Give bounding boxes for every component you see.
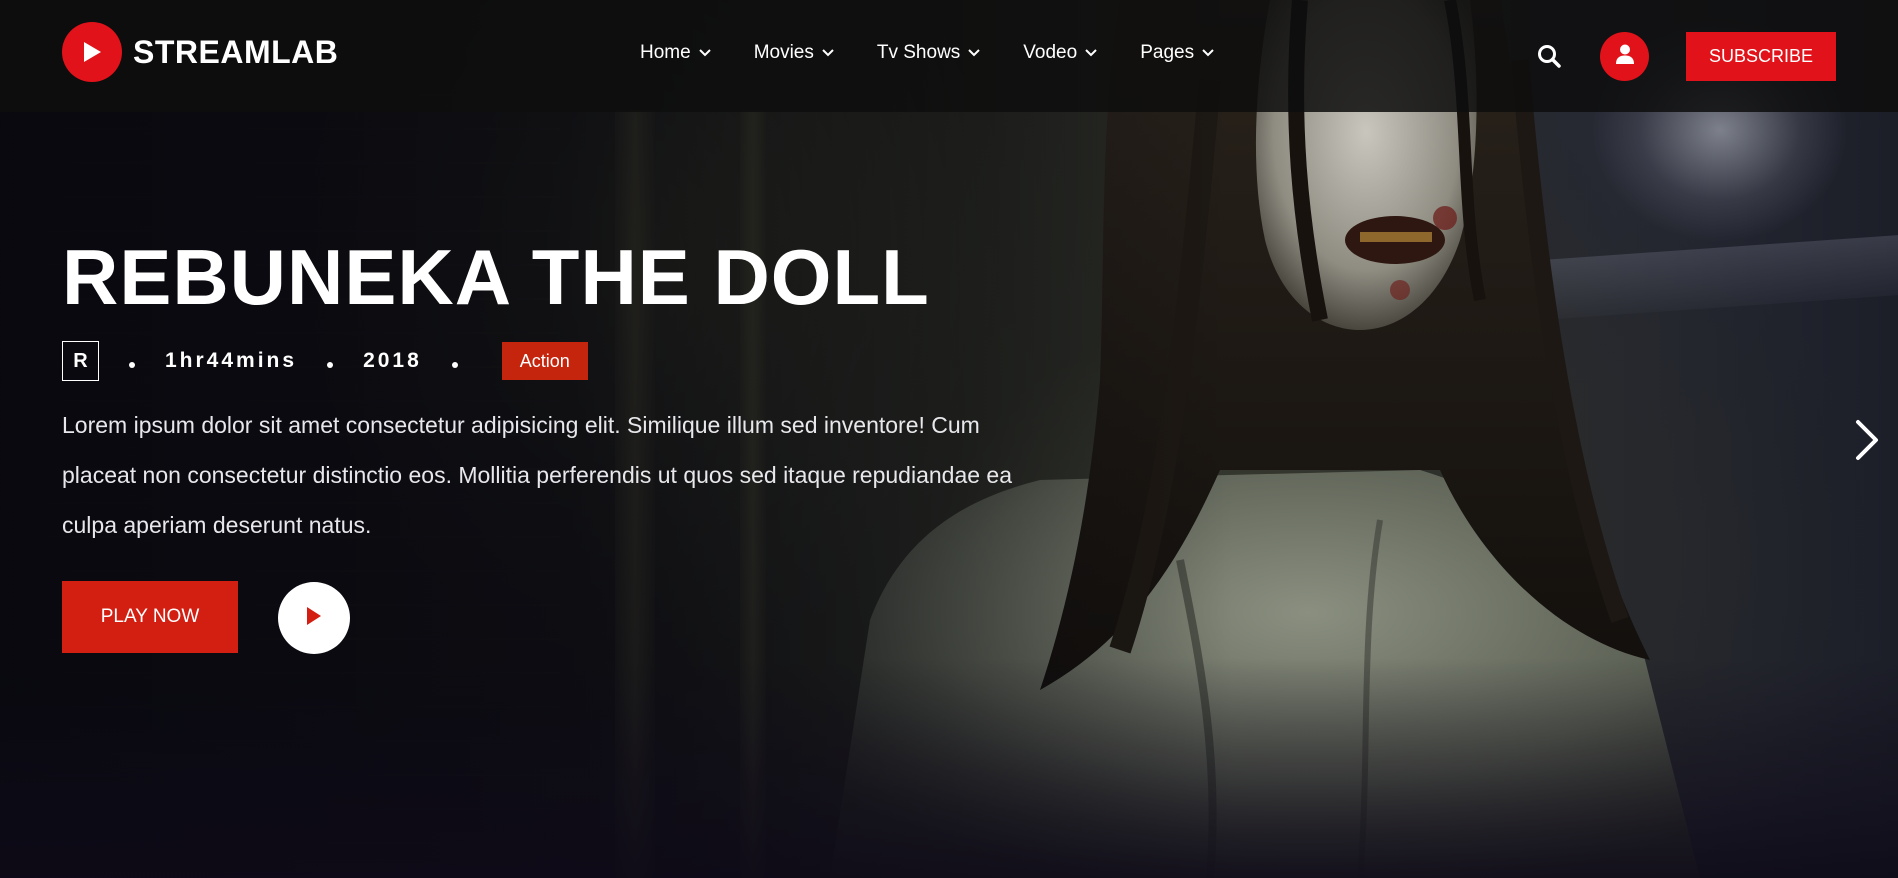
nav-item-label: Movies bbox=[753, 42, 814, 63]
meta-separator bbox=[129, 362, 135, 368]
nav-item-label: Tv Shows bbox=[876, 42, 961, 63]
nav-item-pages[interactable]: Pages bbox=[1140, 42, 1214, 64]
play-now-button[interactable]: PLAY NOW bbox=[62, 581, 238, 653]
brand-name: STREAMLAB bbox=[133, 33, 339, 70]
subscribe-button[interactable]: SUBSCRIBE bbox=[1686, 32, 1836, 81]
chevron-down-icon bbox=[822, 49, 834, 57]
chevron-down-icon bbox=[1202, 49, 1214, 57]
hero-title: REBUNEKA THE DOLL bbox=[62, 233, 930, 321]
movie-meta: R 1hr44mins 2018 Action bbox=[62, 341, 588, 381]
nav-item-label: Pages bbox=[1140, 42, 1195, 63]
play-icon bbox=[305, 606, 323, 631]
user-account-button[interactable] bbox=[1600, 32, 1649, 81]
site-header: STREAMLAB Home Movies Tv Shows Vodeo Pag… bbox=[0, 0, 1898, 112]
play-trailer-button[interactable] bbox=[278, 582, 350, 654]
rating-badge: R bbox=[62, 341, 99, 381]
play-icon bbox=[62, 22, 122, 82]
user-icon bbox=[1614, 43, 1636, 70]
nav-item-videos[interactable]: Vodeo bbox=[1023, 42, 1097, 64]
chevron-down-icon bbox=[968, 49, 981, 57]
movie-description: Lorem ipsum dolor sit amet consectetur a… bbox=[62, 412, 1012, 538]
nav-item-home[interactable]: Home bbox=[640, 42, 711, 64]
chevron-down-icon bbox=[698, 49, 711, 57]
nav-item-label: Home bbox=[640, 42, 691, 63]
meta-separator bbox=[327, 362, 334, 368]
brand-logo-link[interactable]: STREAMLAB bbox=[62, 22, 338, 82]
meta-separator bbox=[451, 362, 458, 368]
nav-item-label: Vodeo bbox=[1023, 42, 1078, 63]
genre-tag[interactable]: Action bbox=[501, 342, 588, 380]
hero-bottom-overlay bbox=[0, 658, 1898, 878]
nav-item-movies[interactable]: Movies bbox=[754, 42, 834, 64]
movie-year: 2018 bbox=[363, 349, 422, 372]
chevron-down-icon bbox=[1085, 49, 1097, 57]
movie-duration: 1hr44mins bbox=[165, 349, 298, 372]
chevron-right-icon[interactable] bbox=[1852, 418, 1882, 462]
main-nav: Home Movies Tv Shows Vodeo Pages bbox=[640, 42, 1257, 64]
nav-item-tv-shows[interactable]: Tv Shows bbox=[876, 42, 981, 64]
search-icon[interactable] bbox=[1536, 43, 1564, 71]
